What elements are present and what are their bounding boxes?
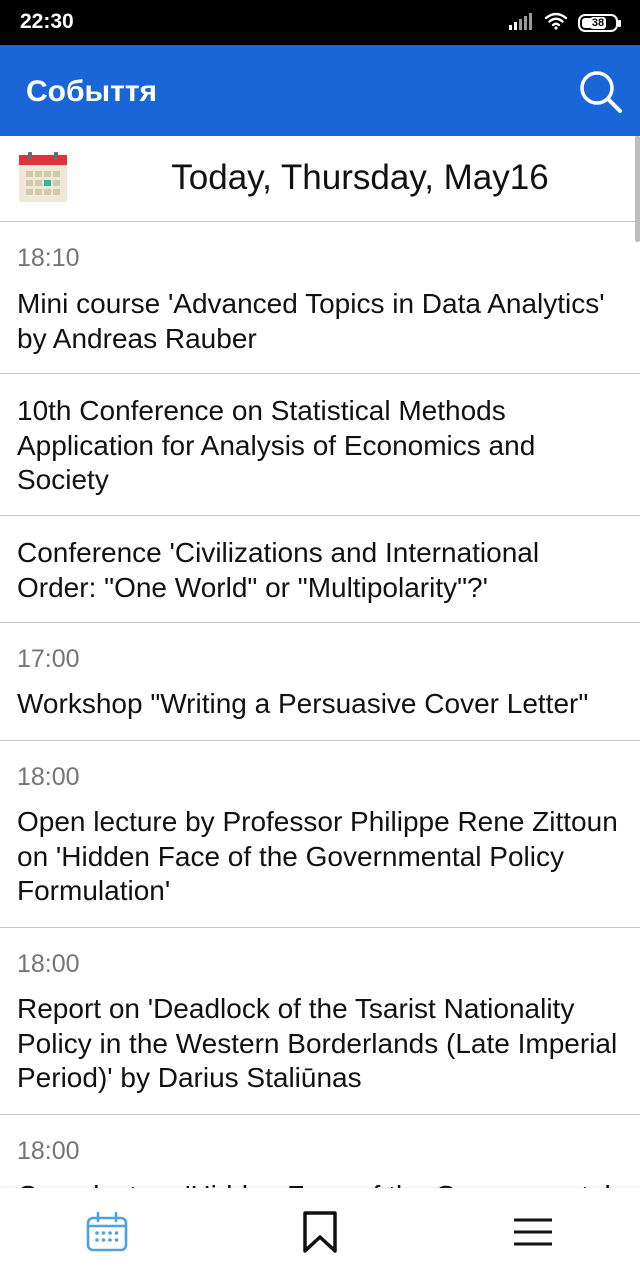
menu-icon <box>513 1218 553 1251</box>
bookmark-icon <box>302 1210 338 1258</box>
battery-icon: 38 <box>578 14 621 32</box>
event-time: 18:00 <box>17 950 80 978</box>
event-title: Workshop "Writing a Persuasive Cover Let… <box>17 688 589 719</box>
date-label: Today, Thursday, May16 <box>171 158 549 197</box>
list-item[interactable]: Conference 'Civilizations and Internatio… <box>0 516 640 623</box>
date-header[interactable]: Today, Thursday, May16 <box>0 136 640 222</box>
status-time: 22:30 <box>20 10 74 33</box>
nav-menu-button[interactable] <box>486 1188 580 1280</box>
list-item[interactable]: 18:00 Open lecture 'Hidden Face of the G… <box>0 1115 640 1188</box>
event-list: 18:10 Mini course 'Advanced Topics in Da… <box>0 222 640 1188</box>
search-icon <box>578 71 624 119</box>
event-time: 18:00 <box>17 763 80 791</box>
status-bar: 22:30 38 <box>0 0 640 45</box>
calendar-icon <box>18 152 68 204</box>
wifi-icon <box>544 12 568 35</box>
event-title: Conference 'Civilizations and Internatio… <box>17 537 540 603</box>
app-bar: Собыття <box>0 45 640 136</box>
list-item[interactable]: 17:00 Workshop "Writing a Persuasive Cov… <box>0 623 640 741</box>
nav-bookmarks-button[interactable] <box>273 1188 367 1280</box>
event-time: 18:00 <box>17 1137 80 1165</box>
search-button[interactable] <box>578 69 624 115</box>
bottom-nav <box>0 1188 640 1280</box>
event-title: Open lecture 'Hidden Face of the Governm… <box>17 1179 622 1188</box>
status-icons: 38 <box>508 11 621 35</box>
list-item[interactable]: 10th Conference on Statistical Methods A… <box>0 374 640 516</box>
list-item[interactable]: 18:10 Mini course 'Advanced Topics in Da… <box>0 222 640 374</box>
nav-calendar-button[interactable] <box>60 1188 154 1280</box>
list-item[interactable]: 18:00 Report on 'Deadlock of the Tsarist… <box>0 928 640 1115</box>
page-title: Собыття <box>26 75 158 108</box>
event-title: Mini course 'Advanced Topics in Data Ana… <box>17 288 605 354</box>
battery-level: 38 <box>589 17 607 29</box>
calendar-icon <box>86 1211 128 1257</box>
event-time: 18:10 <box>17 244 80 272</box>
event-title: Open lecture by Professor Philippe Rene … <box>17 806 618 906</box>
event-title: 10th Conference on Statistical Methods A… <box>17 395 536 495</box>
event-time: 17:00 <box>17 645 80 673</box>
event-title: Report on 'Deadlock of the Tsarist Natio… <box>17 993 618 1093</box>
list-item[interactable]: 18:00 Open lecture by Professor Philippe… <box>0 741 640 928</box>
signal-icon <box>508 12 534 35</box>
